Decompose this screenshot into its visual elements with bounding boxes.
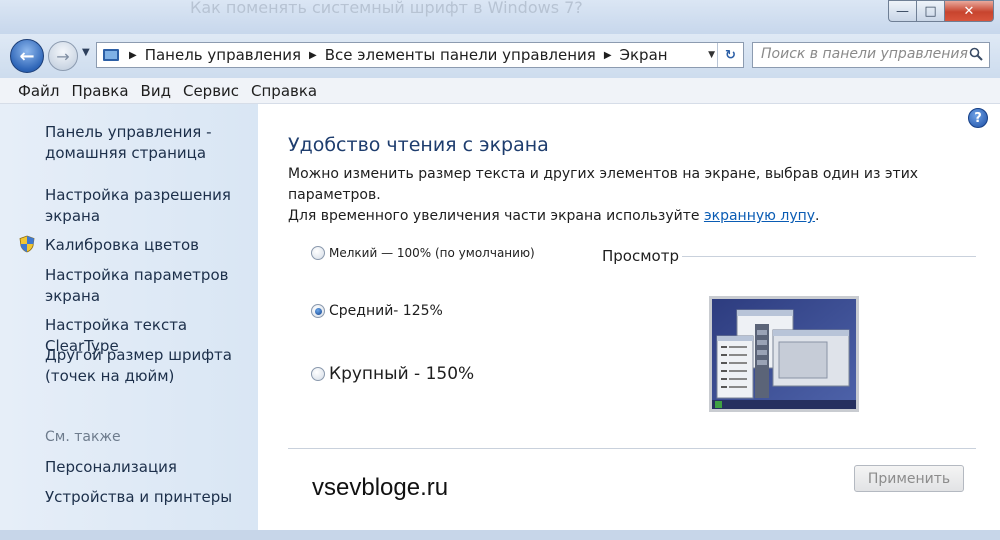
option-large[interactable]: Крупный - 150% <box>311 364 474 384</box>
breadcrumb-separator-icon[interactable]: ▶ <box>600 50 616 61</box>
page-title: Удобство чтения с экрана <box>288 134 549 156</box>
search-icon[interactable] <box>969 47 983 61</box>
bottom-divider <box>288 448 976 449</box>
description-line-2: Для временного увеличения части экрана и… <box>288 206 988 227</box>
minimize-button[interactable]: — <box>888 0 916 22</box>
menu-help[interactable]: Справка <box>245 82 323 100</box>
menu-file[interactable]: Файл <box>12 82 65 100</box>
breadcrumb-display[interactable]: Экран <box>616 46 672 64</box>
option-small[interactable]: Мелкий — 100% (по умолчанию) <box>311 246 535 260</box>
window-controls: — □ ✕ <box>888 0 994 22</box>
breadcrumb-separator-icon[interactable]: ▶ <box>305 50 321 61</box>
watermark-text: vsevbloge.ru <box>312 474 449 501</box>
page-description: Можно изменить размер текста и других эл… <box>288 164 988 227</box>
sidebar-item-resolution[interactable]: Настройка разрешения экрана <box>45 185 231 227</box>
search-input[interactable]: Поиск в панели управления <box>752 42 990 68</box>
main-pane: ? Удобство чтения с экрана Можно изменит… <box>258 104 1000 530</box>
description-line-1: Можно изменить размер текста и других эл… <box>288 166 919 203</box>
radio-medium[interactable] <box>311 304 325 318</box>
sidebar-item-devices-printers[interactable]: Устройства и принтеры <box>45 487 232 508</box>
sidebar-item-display-settings[interactable]: Настройка параметров экрана <box>45 265 228 307</box>
breadcrumb-separator-icon[interactable]: ▶ <box>125 50 141 61</box>
magnifier-link[interactable]: экранную лупу <box>704 208 815 224</box>
address-bar[interactable]: ▶ Панель управления ▶ Все элементы панел… <box>96 42 744 68</box>
window-bottom-border <box>0 530 1000 540</box>
menu-edit[interactable]: Правка <box>65 82 134 100</box>
sidebar-item-control-panel-home[interactable]: Панель управления - домашняя страница <box>45 122 212 164</box>
option-medium[interactable]: Средний- 125% <box>311 303 443 319</box>
address-dropdown-icon[interactable]: ▼ <box>708 50 715 60</box>
sidebar-item-personalization[interactable]: Персонализация <box>45 457 177 478</box>
radio-large[interactable] <box>311 367 325 381</box>
back-button[interactable]: ← <box>10 39 44 73</box>
description-period: . <box>815 208 820 224</box>
left-pane: Панель управления - домашняя страница На… <box>0 104 258 530</box>
control-panel-icon <box>97 43 125 67</box>
recent-pages-dropdown-icon[interactable]: ▼ <box>82 47 90 58</box>
breadcrumb-control-panel[interactable]: Панель управления <box>141 46 305 64</box>
close-button[interactable]: ✕ <box>944 0 994 22</box>
option-large-label[interactable]: Крупный - 150% <box>329 364 474 384</box>
menu-tools[interactable]: Сервис <box>177 82 245 100</box>
sidebar-item-calibrate-color[interactable]: Калибровка цветов <box>45 235 199 256</box>
radio-small[interactable] <box>311 246 325 260</box>
sidebar-item-custom-dpi[interactable]: Другой размер шрифта (точек на дюйм) <box>45 345 232 387</box>
option-small-label[interactable]: Мелкий — 100% (по умолчанию) <box>329 246 535 260</box>
help-icon[interactable]: ? <box>968 108 988 128</box>
see-also-heading: См. также <box>45 429 121 445</box>
description-text: Для временного увеличения части экрана и… <box>288 208 704 224</box>
navigation-bar: ← → ▼ ▶ Панель управления ▶ Все элементы… <box>0 34 1000 78</box>
menu-bar: Файл Правка Вид Сервис Справка <box>0 78 1000 104</box>
menu-view[interactable]: Вид <box>135 82 177 100</box>
option-medium-label[interactable]: Средний- 125% <box>329 303 443 319</box>
refresh-button[interactable]: ↻ <box>717 43 743 67</box>
preview-image <box>709 296 859 412</box>
shield-icon <box>19 235 35 253</box>
forward-button[interactable]: → <box>48 41 78 71</box>
apply-button[interactable]: Применить <box>854 465 964 492</box>
search-placeholder: Поиск в панели управления <box>761 46 968 62</box>
preview-divider <box>682 256 976 257</box>
title-bar: Как поменять системный шрифт в Windows 7… <box>0 0 1000 34</box>
preview-label: Просмотр <box>602 247 679 265</box>
breadcrumb-all-items[interactable]: Все элементы панели управления <box>321 46 600 64</box>
window-title: Как поменять системный шрифт в Windows 7… <box>190 0 583 17</box>
maximize-button[interactable]: □ <box>916 0 944 22</box>
